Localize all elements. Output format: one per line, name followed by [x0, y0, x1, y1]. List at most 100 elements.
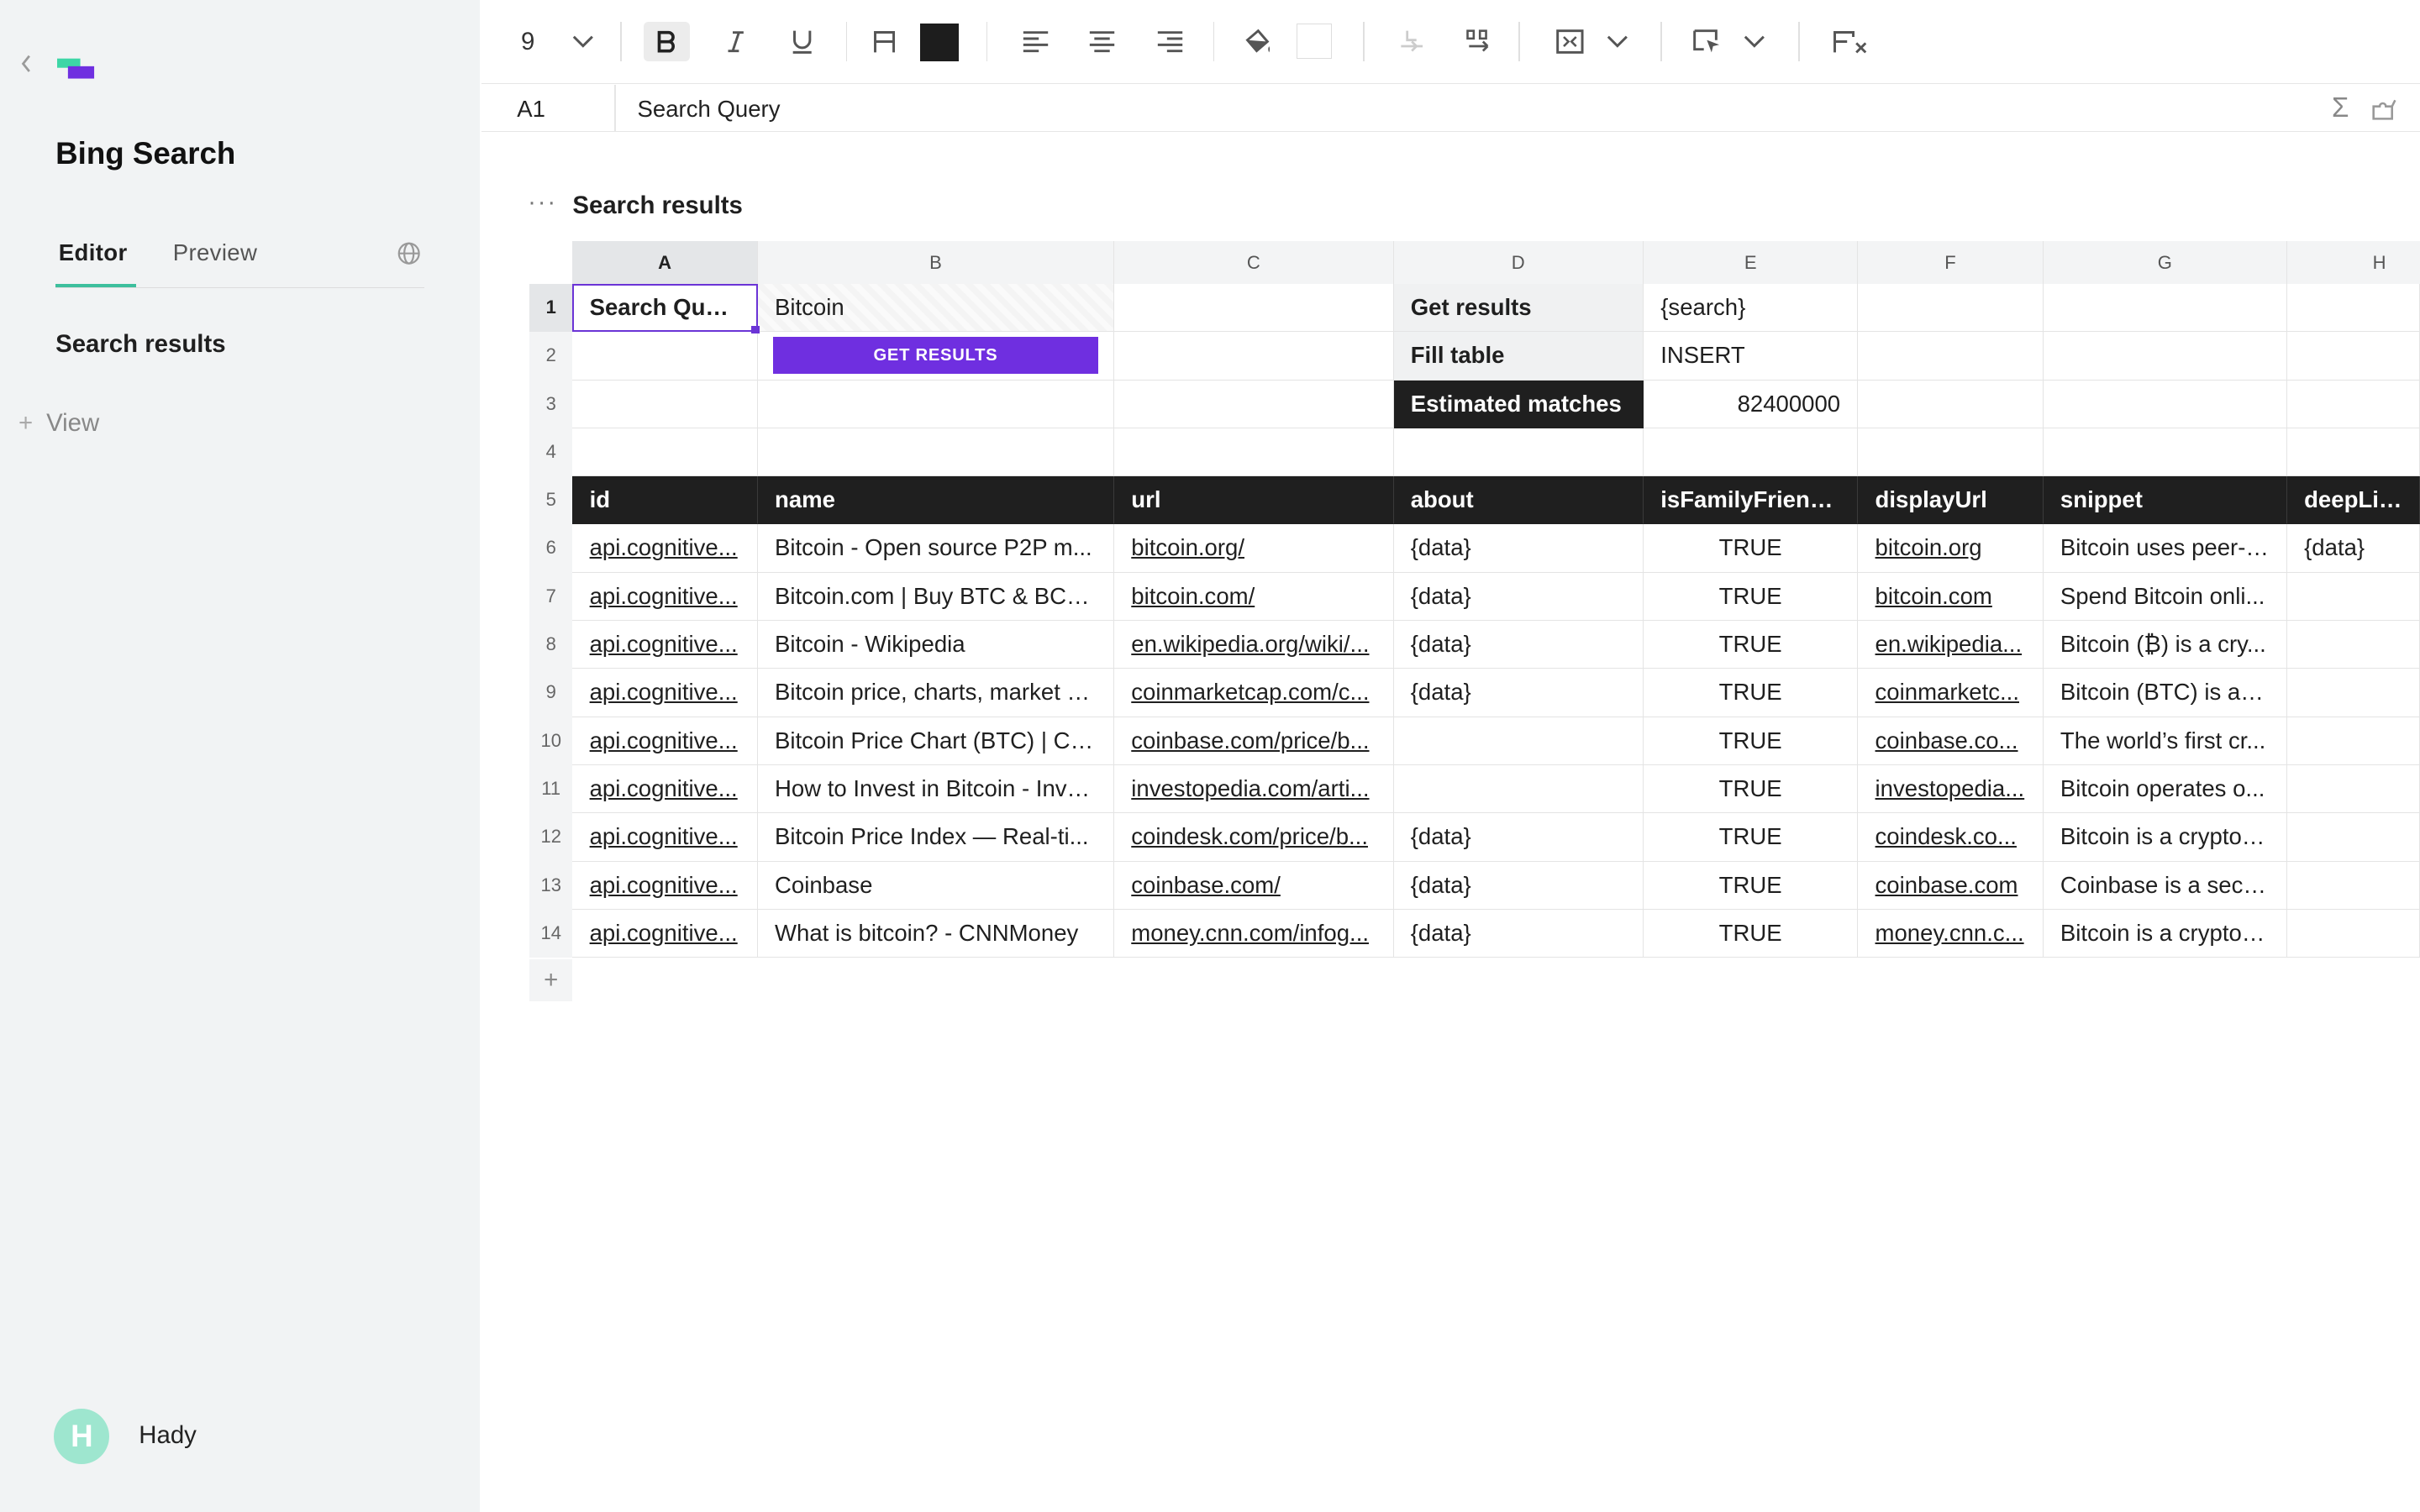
cell-about[interactable]: {data} [1393, 621, 1644, 669]
cell-snippet[interactable]: Bitcoin (₿) is a cry... [2043, 621, 2287, 669]
cell-display-url[interactable]: coinbase.co... [1858, 717, 2044, 765]
text-format-icon[interactable] [865, 22, 905, 62]
cell[interactable] [1858, 283, 2044, 333]
cell-deeplinks[interactable] [2286, 717, 2420, 765]
table-header[interactable]: url [1114, 476, 1394, 525]
merge-icon[interactable] [1549, 22, 1590, 62]
row-header[interactable]: 3 [529, 380, 573, 428]
get-results-label[interactable]: Get results [1393, 283, 1644, 333]
cell-family-friendly[interactable]: TRUE [1644, 669, 1859, 717]
cell[interactable] [1644, 428, 1859, 477]
table-header[interactable]: deepLinks [2286, 476, 2420, 525]
cell-name[interactable]: Bitcoin - Open source P2P m... [757, 524, 1115, 573]
fill-table-label[interactable]: Fill table [1393, 332, 1644, 381]
table-header[interactable]: displayUrl [1858, 476, 2044, 525]
table-header[interactable]: about [1393, 476, 1644, 525]
italic-icon[interactable] [713, 22, 760, 62]
cell-id[interactable]: api.cognitive... [572, 813, 758, 862]
align-left-icon[interactable] [1016, 22, 1056, 62]
row-header[interactable]: 4 [529, 428, 573, 477]
cell[interactable] [1114, 380, 1394, 428]
cell-snippet[interactable]: Coinbase is a secu... [2043, 861, 2287, 910]
cell-id[interactable]: api.cognitive... [572, 909, 758, 958]
cell-snippet[interactable]: The world’s first cr... [2043, 717, 2287, 765]
row-header[interactable]: 6 [529, 524, 573, 573]
indent-increase-icon[interactable] [1459, 22, 1499, 62]
align-center-icon[interactable] [1082, 22, 1123, 62]
cell-url[interactable]: bitcoin.org/ [1114, 524, 1394, 573]
chevron-down-icon[interactable] [1739, 22, 1770, 62]
cell[interactable] [757, 428, 1115, 477]
cell-url[interactable]: coinbase.com/price/b... [1114, 717, 1394, 765]
cell-url[interactable]: coinmarketcap.com/c... [1114, 669, 1394, 717]
chevron-down-icon[interactable] [568, 22, 599, 62]
cell[interactable] [1114, 428, 1394, 477]
row-header[interactable]: 2 [529, 332, 573, 381]
cell-id[interactable]: api.cognitive... [572, 717, 758, 765]
cell-snippet[interactable]: Bitcoin is a cryptoc... [2043, 909, 2287, 958]
cell-url[interactable]: coinbase.com/ [1114, 861, 1394, 910]
formula-input[interactable]: Search Query [638, 96, 781, 123]
cell-deeplinks[interactable] [2286, 669, 2420, 717]
search-query-input[interactable]: Bitcoin [757, 283, 1115, 333]
cell-deeplinks[interactable] [2286, 572, 2420, 622]
cell-name[interactable]: Coinbase [757, 861, 1115, 910]
cell-url[interactable]: en.wikipedia.org/wiki/... [1114, 621, 1394, 669]
cell-deeplinks[interactable] [2286, 813, 2420, 862]
cell-about[interactable] [1393, 764, 1644, 814]
cell-snippet[interactable]: Spend Bitcoin onli... [2043, 572, 2287, 622]
globe-icon[interactable] [397, 241, 421, 265]
column-header[interactable]: D [1394, 240, 1644, 284]
cell-reference[interactable]: A1 [517, 96, 545, 123]
cell-display-url[interactable]: bitcoin.org [1858, 524, 2044, 573]
cell-display-url[interactable]: money.cnn.c... [1858, 909, 2044, 958]
cell-display-url[interactable]: en.wikipedia... [1858, 621, 2044, 669]
search-query-label-cell[interactable]: Search Query [572, 283, 758, 333]
cell-snippet[interactable]: Bitcoin is a cryptoc... [2043, 813, 2287, 862]
cell-id[interactable]: api.cognitive... [572, 669, 758, 717]
column-header[interactable]: H [2287, 241, 2420, 284]
cell-deeplinks[interactable] [2286, 861, 2420, 910]
cell-url[interactable]: bitcoin.com/ [1114, 572, 1394, 622]
fill-color-swatch[interactable] [1296, 23, 1333, 59]
table-menu-icon[interactable]: ··· [528, 188, 557, 217]
chevron-left-icon[interactable] [18, 52, 43, 80]
cell[interactable] [1858, 380, 2044, 428]
row-header[interactable]: 13 [529, 861, 573, 910]
cell-family-friendly[interactable]: TRUE [1644, 861, 1859, 910]
cell-url[interactable]: money.cnn.com/infog... [1114, 909, 1394, 958]
font-size-value[interactable]: 9 [513, 22, 544, 62]
cell-snippet[interactable]: Bitcoin (BTC) is a c... [2043, 669, 2287, 717]
cell-id[interactable]: api.cognitive... [572, 572, 758, 622]
cell[interactable] [2286, 380, 2420, 428]
row-header[interactable]: 14 [529, 909, 573, 958]
text-color-swatch[interactable] [919, 23, 959, 62]
cell-id[interactable]: api.cognitive... [572, 764, 758, 814]
row-header[interactable]: 8 [529, 621, 573, 669]
cell-family-friendly[interactable]: TRUE [1644, 572, 1859, 622]
cell-display-url[interactable]: bitcoin.com [1858, 572, 2044, 622]
cell[interactable] [572, 428, 758, 477]
row-header[interactable]: 12 [529, 813, 573, 862]
column-header[interactable]: G [2044, 240, 2287, 284]
avatar[interactable]: H [54, 1408, 110, 1465]
get-results-value[interactable]: {search} [1644, 283, 1859, 333]
column-header[interactable]: C [1114, 240, 1394, 284]
row-header[interactable]: 1 [529, 283, 573, 333]
cell-display-url[interactable]: coinmarketc... [1858, 669, 2044, 717]
row-header[interactable]: 9 [529, 669, 573, 717]
cell-about[interactable]: {data} [1393, 524, 1644, 573]
table-header[interactable]: snippet [2043, 476, 2287, 525]
cell[interactable] [2043, 283, 2287, 333]
cell-about[interactable]: {data} [1393, 572, 1644, 622]
cell[interactable] [2286, 283, 2420, 333]
column-header[interactable]: F [1858, 240, 2044, 284]
column-header[interactable]: E [1644, 240, 1859, 284]
cell-id[interactable]: api.cognitive... [572, 861, 758, 910]
add-view-button[interactable]: + View [18, 409, 99, 438]
add-row-button[interactable]: + [529, 959, 573, 1001]
column-header[interactable]: A [572, 240, 758, 284]
cell-family-friendly[interactable]: TRUE [1644, 717, 1859, 765]
plugin-icon[interactable] [2370, 94, 2398, 122]
cell-family-friendly[interactable]: TRUE [1644, 813, 1859, 862]
